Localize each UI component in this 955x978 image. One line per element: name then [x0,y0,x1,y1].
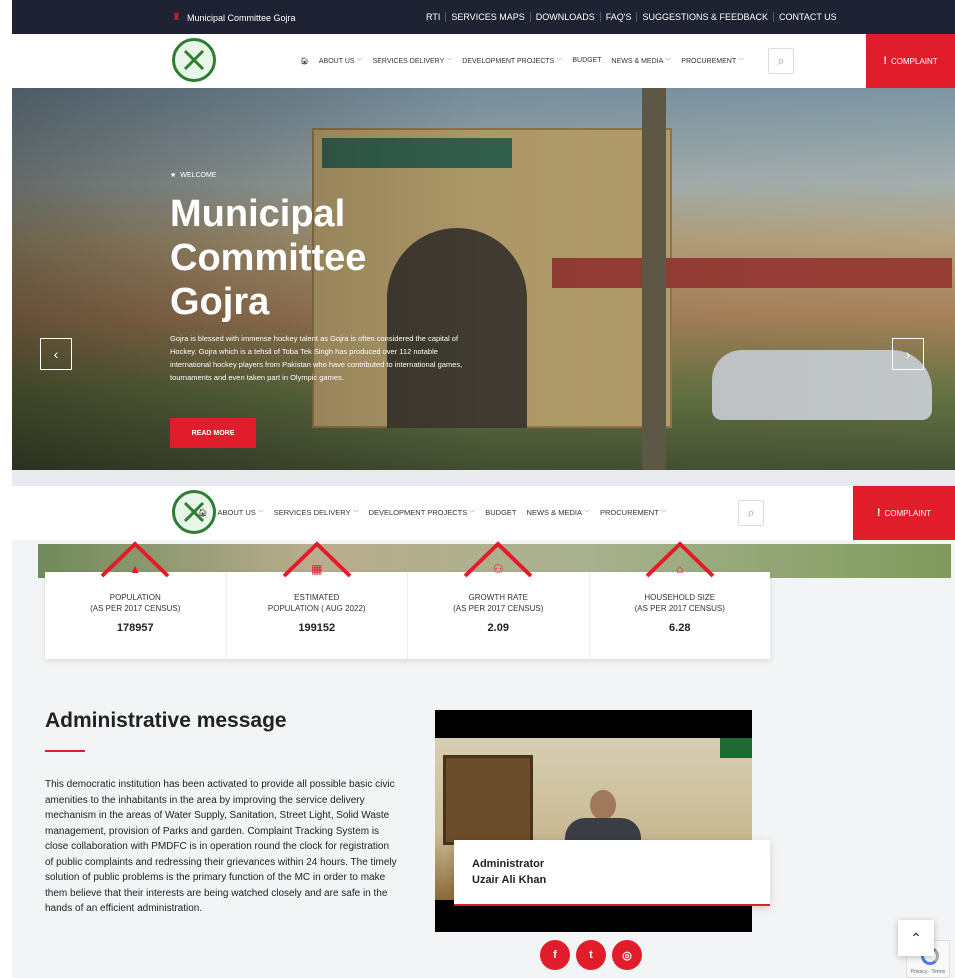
topbar-link-services-maps[interactable]: SERVICES MAPS [445,12,529,22]
stat-value: 2.09 [487,622,509,634]
admin-card: Administrator Uzair Ali Khan [454,840,770,906]
location-icon: ♜ [172,12,181,23]
topbar-brand[interactable]: ♜ Municipal Committee Gojra [172,12,296,23]
nav-menu: 🏠︎ ABOUT US ﹀ SERVICES DELIVERY ﹀ DEVELOPM… [198,508,667,517]
nav-item-about[interactable]: ABOUT US ﹀ [218,508,264,517]
stat-population: ▲ POPULATION (AS PER 2017 CENSUS) 178957 [45,541,227,659]
nav-item-services[interactable]: SERVICES DELIVERY ﹀ [373,56,453,65]
admin-title: Administrative message [45,709,287,732]
search-icon[interactable]: ⌕ [738,500,764,526]
hero-welcome: ★ WELCOME [170,171,217,180]
stat-value: 199152 [298,622,336,634]
stat-estimated-population: ▦ ESTIMATED POPULATION ( AUG 2022) 19915… [227,541,408,659]
admin-name: Uzair Ali Khan [472,874,547,886]
hero-title: Municipal Committee Gojra [170,193,367,323]
scroll-top-icon[interactable]: ⌃ [898,920,934,956]
flag-icon [720,738,752,758]
admin-role: Administrator [472,858,545,870]
read-more-button[interactable]: READ MORE [170,418,256,448]
star-icon: ★ [170,172,177,179]
topbar-link-contact[interactable]: CONTACT US [772,12,842,22]
search-icon[interactable]: ⌕ [768,48,794,74]
nav-item-procurement[interactable]: PROCUREMENT ﹀ [600,508,667,517]
chart-icon: ▲ [129,562,142,576]
admin-message: This democratic institution has been act… [45,779,397,914]
instagram-icon[interactable]: ◎ [612,940,642,970]
topbar-links: RTI SERVICES MAPS DOWNLOADS FAQ'S SUGGES… [426,12,842,22]
facebook-icon[interactable]: f [540,940,570,970]
nav-menu: 🏠︎ ABOUT US ﹀ SERVICES DELIVERY ﹀ DEVELOPM… [300,56,744,65]
topbar-brand-label: Municipal Committee Gojra [186,12,296,23]
social-links: f t ◎ [540,940,642,970]
people-icon: ⚇ [492,562,504,576]
house-icon: ⌂ [676,562,684,576]
twitter-icon[interactable]: t [576,940,606,970]
site-logo[interactable] [172,38,216,82]
nav-item-news[interactable]: NEWS & MEDIA ﹀ [527,508,590,517]
nav-item-services[interactable]: SERVICES DELIVERY ﹀ [274,508,359,517]
stat-value: 6.28 [669,622,691,634]
top-bar: ♜ Municipal Committee Gojra RTI SERVICES… [12,0,955,34]
nav-item-about[interactable]: ABOUT US ﹀ [319,56,363,65]
topbar-link-faqs[interactable]: FAQ'S [599,12,637,22]
nav-item-development[interactable]: DEVELOPMENT PROJECTS ﹀ [462,56,562,65]
hero-slider: ★ WELCOME Municipal Committee Gojra Gojr… [12,88,955,470]
hero-description: Gojra is blessed with immense hockey tal… [170,334,463,382]
nav-item-budget[interactable]: BUDGET [485,508,516,517]
stat-household-size: ⌂ HOUSEHOLD SIZE (AS PER 2017 CENSUS) 6.… [590,541,771,659]
main-nav: 🏠︎ ABOUT US ﹀ SERVICES DELIVERY ﹀ DEVELOPM… [12,34,955,88]
nav-item-budget[interactable]: BUDGET [572,57,601,64]
stats-panel: ▲ POPULATION (AS PER 2017 CENSUS) 178957… [45,541,771,659]
slider-prev-icon[interactable]: ‹ [40,338,72,370]
topbar-link-rti[interactable]: RTI [426,12,445,22]
nav-item-development[interactable]: DEVELOPMENT PROJECTS ﹀ [369,508,476,517]
sticky-nav: 🏠︎ ABOUT US ﹀ SERVICES DELIVERY ﹀ DEVELOPM… [12,486,955,540]
slider-next-icon[interactable]: › [892,338,924,370]
title-underline [45,750,85,752]
home-icon[interactable]: 🏠︎ [300,57,309,65]
nav-item-news[interactable]: NEWS & MEDIA ﹀ [612,56,672,65]
stat-growth-rate: ⚇ GROWTH RATE (AS PER 2017 CENSUS) 2.09 [408,541,590,659]
nav-item-procurement[interactable]: PROCUREMENT ﹀ [681,56,744,65]
complaint-button[interactable]: ! COMPLAINT [866,34,955,88]
home-icon[interactable]: 🏠︎ [198,508,208,517]
topbar-link-suggestions[interactable]: SUGGESTIONS & FEEDBACK [636,12,773,22]
building-icon: ▦ [311,562,323,576]
complaint-button[interactable]: ! COMPLAINT [853,486,955,540]
topbar-link-downloads[interactable]: DOWNLOADS [529,12,600,22]
avatar [590,790,616,820]
stat-value: 178957 [116,622,154,634]
